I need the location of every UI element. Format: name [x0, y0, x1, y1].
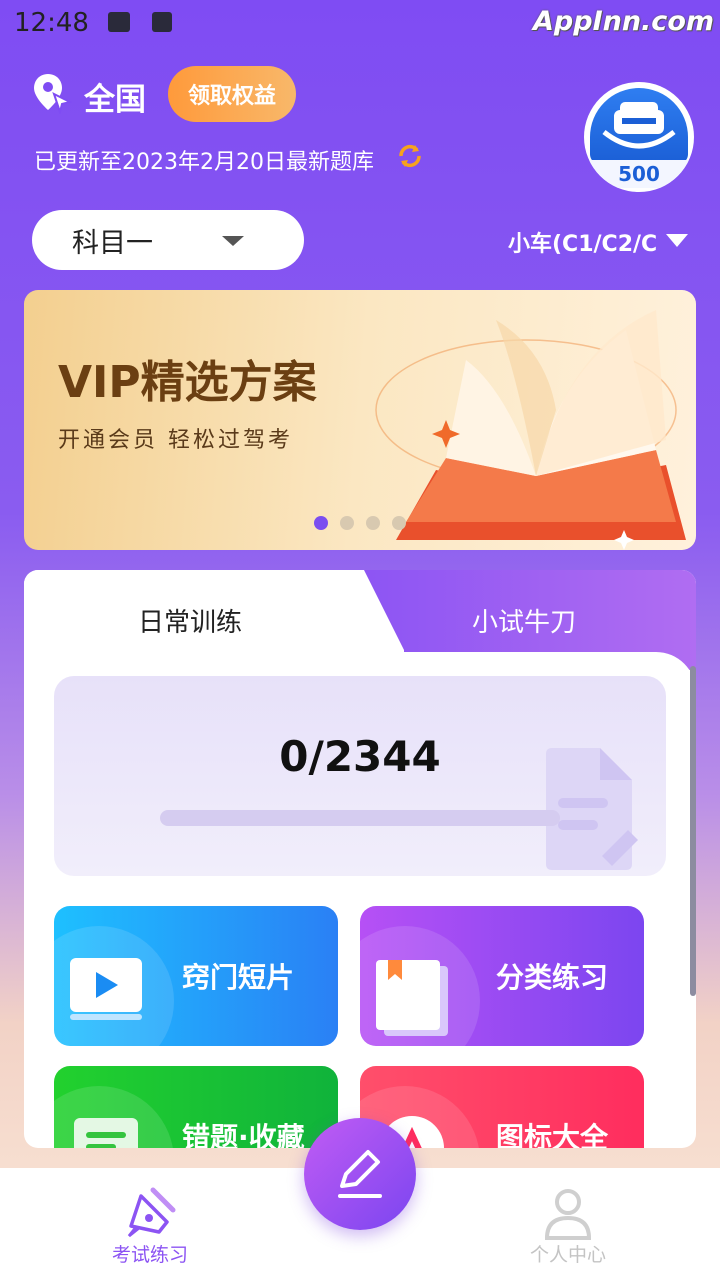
tips-video-tile[interactable]: 窍门短片	[54, 906, 338, 1046]
claim-rights-button[interactable]: 领取权益	[168, 66, 296, 122]
text-status-icon	[152, 12, 172, 32]
video-play-icon	[70, 958, 142, 1020]
nav-exam-practice[interactable]: 考试练习	[80, 1186, 220, 1267]
nav-personal-center[interactable]: 个人中心	[498, 1186, 638, 1267]
car-logo-icon	[590, 88, 688, 164]
banner-title: VIP精选方案	[58, 357, 317, 408]
tile-label: 错题·收藏	[182, 1121, 305, 1148]
status-time: 12:48	[14, 8, 89, 38]
nav-label: 个人中心	[529, 1244, 606, 1266]
mistakes-favorites-tile[interactable]: 错题·收藏	[54, 1066, 338, 1148]
gallery-status-icon	[108, 12, 130, 32]
selected-500-badge[interactable]: 500	[584, 82, 694, 192]
notebook-icon	[74, 1118, 138, 1148]
car-type-selector[interactable]: 小车(C1/C2/C	[508, 226, 657, 258]
tab-quick-test[interactable]: 小试牛刀	[472, 602, 576, 639]
tile-label: 图标大全	[496, 1121, 609, 1148]
refresh-icon[interactable]	[396, 142, 424, 174]
location-icon[interactable]	[32, 72, 73, 118]
user-icon	[544, 1189, 592, 1240]
category-practice-tile[interactable]: 分类练习	[360, 906, 644, 1046]
edit-pencil-icon	[338, 1150, 382, 1198]
tab-daily-training[interactable]: 日常训练	[138, 602, 242, 639]
practice-card: 日常训练 小试牛刀 0/2344 窍门短片 分类练习 错题·收藏 图标大全	[24, 570, 696, 1148]
tile-label: 分类练习	[496, 961, 609, 994]
question-bank-update-text: 已更新至2023年2月20日最新题库	[34, 150, 374, 175]
subject-dropdown[interactable]: 科目一	[32, 210, 304, 270]
caret-down-icon[interactable]	[666, 234, 688, 247]
book-icon	[376, 960, 448, 1036]
progress-bar	[160, 810, 560, 826]
pagination-dot-3[interactable]	[366, 516, 380, 530]
pagination-dot-1[interactable]	[314, 516, 328, 530]
pagination-dot-4[interactable]	[392, 516, 406, 530]
vip-banner[interactable]: VIP精选方案 开通会员 轻松过驾考	[24, 290, 696, 550]
watermark: AppInn.com	[533, 6, 714, 37]
progress-count: 0/2344	[279, 732, 441, 781]
center-edit-button[interactable]	[304, 1118, 416, 1230]
chevron-down-icon	[222, 236, 244, 246]
nav-label: 考试练习	[111, 1244, 188, 1266]
banner-pagination	[314, 516, 406, 530]
pen-nib-icon	[127, 1187, 176, 1238]
progress-panel[interactable]: 0/2344	[54, 676, 666, 876]
tile-label: 窍门短片	[182, 961, 295, 994]
subject-selected-label: 科目一	[72, 227, 153, 259]
banner-subtitle: 开通会员 轻松过驾考	[58, 428, 293, 453]
scrollbar[interactable]	[690, 666, 696, 996]
open-book-icon	[375, 310, 686, 550]
badge-number: 500	[588, 160, 690, 188]
traffic-signs-tile[interactable]: 图标大全	[360, 1066, 644, 1148]
pagination-dot-2[interactable]	[340, 516, 354, 530]
location-label[interactable]: 全国	[84, 74, 146, 119]
